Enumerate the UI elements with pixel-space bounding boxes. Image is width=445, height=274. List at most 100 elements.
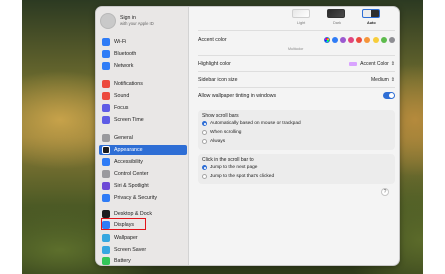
sidebar-icon-size-popup[interactable]: Medium ⇕ [371, 77, 395, 83]
sidebar-item-bluetooth[interactable]: Bluetooth [99, 49, 187, 59]
appearance-pane: Light Dark Auto Accent color Multicolor … [190, 7, 399, 265]
frame-right [423, 0, 445, 274]
sidebar-item-focus[interactable]: Focus [99, 103, 187, 113]
sidebar-item-label: Battery [114, 258, 131, 264]
click-scroll-bar-section: Click in the scroll bar to Jump to the n… [198, 154, 395, 184]
sidebar-item-label: Wallpaper [114, 235, 138, 241]
sidebar-item-general[interactable]: General [99, 133, 187, 143]
chevron-updown-icon: ⇕ [390, 60, 395, 67]
sidebar-item-accessibility[interactable]: Accessibility [99, 157, 187, 167]
accent-swatch-purple[interactable] [339, 36, 346, 43]
sidebar-item-network[interactable]: Network [99, 61, 187, 71]
radio-button [202, 174, 207, 179]
wallpaper-tinting-toggle[interactable] [383, 92, 395, 99]
sidebar-icon-size-label: Sidebar icon size [198, 76, 238, 83]
sidebar-item-label: Appearance [114, 147, 143, 153]
radio-scroll-when-scrolling[interactable]: When scrolling [202, 130, 241, 135]
theme-auto-label: Auto [367, 21, 376, 25]
accent-swatch-orange[interactable] [364, 36, 371, 43]
highlight-color-value: Accent Color [360, 60, 389, 67]
theme-dark-thumb[interactable] [327, 9, 345, 18]
sound-icon [102, 92, 110, 100]
radio-button [202, 121, 207, 126]
privacy-icon [102, 194, 110, 202]
siri-icon [102, 182, 110, 190]
network-icon [102, 62, 110, 70]
avatar [100, 13, 116, 29]
bluetooth-icon [102, 50, 110, 58]
wallpaper-icon [102, 234, 110, 242]
accent-swatch-graphite[interactable] [389, 36, 395, 43]
battery-icon [102, 257, 110, 265]
scroll-bars-title: Show scroll bars [202, 113, 239, 119]
gear-icon [102, 134, 110, 142]
sidebar-item-label: Privacy & Security [114, 195, 157, 201]
control-center-icon [102, 170, 110, 178]
accent-swatch-red[interactable] [356, 36, 363, 43]
system-settings-window: Sign in with your Apple ID Wi-Fi Bluetoo… [95, 6, 400, 266]
sidebar-item-label: Control Center [114, 171, 149, 177]
displays-highlight-box [101, 218, 146, 230]
highlight-color-popup[interactable]: Accent Color ⇕ [349, 61, 395, 67]
sidebar-item-label: Notifications [114, 81, 143, 87]
accent-swatch-green[interactable] [380, 36, 387, 43]
sidebar-item-wallpaper[interactable]: Wallpaper [99, 233, 187, 243]
theme-dark-label: Dark [333, 21, 342, 25]
accent-color-label: Accent color [198, 36, 227, 43]
highlight-chip [349, 61, 358, 66]
sidebar-item-control-center[interactable]: Control Center [99, 169, 187, 179]
apple-id-account[interactable]: Sign in with your Apple ID [100, 11, 185, 31]
accent-swatch-pink[interactable] [348, 36, 355, 43]
sidebar-item-screen-time[interactable]: Screen Time [99, 115, 187, 125]
accent-swatches [321, 36, 395, 43]
click-scroll-bar-title: Click in the scroll bar to [202, 157, 254, 163]
sidebar-item-label: Accessibility [114, 159, 143, 165]
sidebar-icon-size-row: Sidebar icon size Medium ⇕ [198, 73, 395, 86]
sidebar-item-label: General [114, 135, 133, 141]
accent-swatch-multicolor[interactable] [323, 36, 330, 43]
notifications-icon [102, 80, 110, 88]
sidebar-item-label: Focus [114, 105, 129, 111]
chevron-updown-icon: ⇕ [390, 76, 395, 83]
radio-jump-to-spot[interactable]: Jump to the spot that's clicked [202, 174, 274, 179]
sidebar-item-sound[interactable]: Sound [99, 91, 187, 101]
focus-icon [102, 104, 110, 112]
wifi-icon [102, 38, 110, 46]
sidebar-item-label: Network [114, 63, 134, 69]
scroll-bars-section: Show scroll bars Automatically based on … [198, 110, 395, 150]
sidebar-item-battery[interactable]: Battery [99, 256, 187, 265]
accessibility-icon [102, 158, 110, 166]
radio-button [202, 130, 207, 135]
radio-scroll-always[interactable]: Always [202, 139, 225, 144]
sidebar-item-label: Sound [114, 93, 130, 99]
radio-jump-next-page[interactable]: Jump to the next page [202, 165, 257, 170]
radio-button [202, 139, 207, 144]
account-subtitle: with your Apple ID [120, 21, 154, 26]
wallpaper-tinting-row: Allow wallpaper tinting in windows [198, 89, 395, 102]
accent-color-row: Accent color [198, 33, 395, 46]
radio-button [202, 165, 207, 170]
sidebar-item-label: Screen Time [114, 117, 144, 123]
sidebar-item-notifications[interactable]: Notifications [99, 79, 187, 89]
sidebar-item-label: Bluetooth [114, 51, 137, 57]
help-button[interactable]: ? [381, 188, 389, 196]
theme-light-thumb[interactable] [292, 9, 310, 18]
sidebar-item-wifi[interactable]: Wi-Fi [99, 37, 187, 47]
sidebar-item-privacy-security[interactable]: Privacy & Security [99, 193, 187, 203]
sidebar-item-label: Screen Saver [114, 247, 147, 253]
sidebar-item-label: Wi-Fi [114, 39, 127, 45]
radio-scroll-automatic[interactable]: Automatically based on mouse or trackpad [202, 121, 301, 126]
sidebar-item-screen-saver[interactable]: Screen Saver [99, 245, 187, 255]
screen-time-icon [102, 116, 110, 124]
accent-swatch-yellow[interactable] [372, 36, 379, 43]
screen-saver-icon [102, 246, 110, 254]
theme-light-label: Light [297, 21, 306, 25]
highlight-color-row: Highlight color Accent Color ⇕ [198, 57, 395, 70]
multicolor-label: Multicolor [288, 47, 304, 51]
theme-auto-thumb[interactable] [362, 9, 380, 18]
highlight-color-label: Highlight color [198, 60, 231, 67]
sidebar-item-appearance[interactable]: Appearance [99, 145, 187, 155]
sidebar-item-siri-spotlight[interactable]: Siri & Spotlight [99, 181, 187, 191]
sidebar-item-label: Desktop & Dock [114, 211, 152, 217]
accent-swatch-blue[interactable] [331, 36, 338, 43]
